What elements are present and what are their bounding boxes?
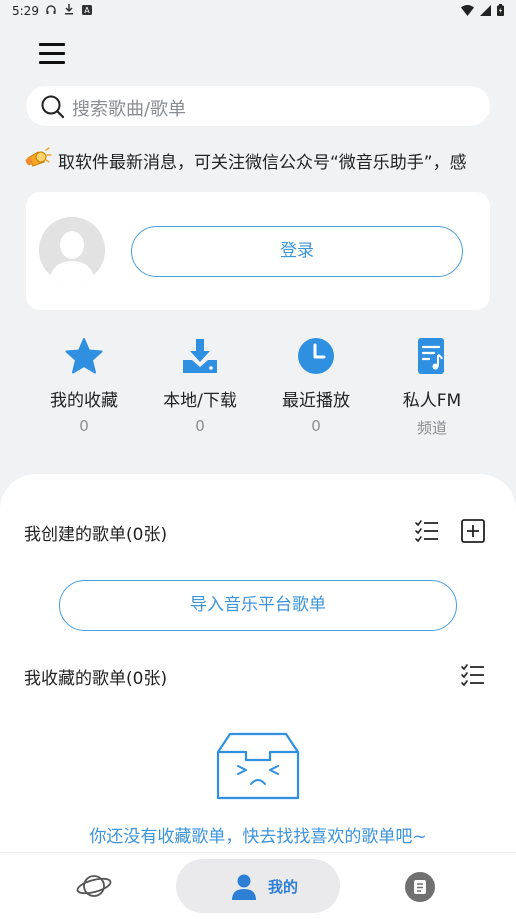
- download-icon: [183, 339, 217, 373]
- notice-banner[interactable]: 取软件最新消息，可关注微信公众号“微音乐助手”，感: [24, 144, 490, 174]
- signal-icon: [480, 4, 491, 16]
- quick-item-personal-fm[interactable]: 私人FM 频道: [374, 334, 490, 438]
- nav-mine-label: 我的: [268, 878, 299, 896]
- quick-item-label: 最近播放: [282, 391, 350, 411]
- avatar[interactable]: [39, 217, 105, 283]
- quick-item-label: 我的收藏: [50, 391, 118, 411]
- default-avatar-icon: [39, 217, 105, 283]
- user-card: 登录: [26, 192, 490, 310]
- bottom-nav: 我的: [0, 852, 516, 919]
- import-playlist-button[interactable]: 导入音乐平台歌单: [59, 580, 457, 631]
- quick-item-label: 私人FM: [402, 391, 462, 411]
- headphones-icon: [46, 4, 56, 14]
- quick-item-recent[interactable]: 最近播放 0: [258, 334, 374, 435]
- menu-line: [39, 43, 65, 46]
- status-notification-icons: A: [46, 4, 92, 15]
- menu-button[interactable]: [36, 40, 68, 68]
- status-time: 5:29: [12, 4, 39, 18]
- collected-playlists-title: 我收藏的歌单(0张): [24, 669, 168, 689]
- clock-icon: [298, 338, 334, 374]
- search-placeholder: 搜索歌曲/歌单: [72, 99, 187, 120]
- quick-item-count: 频道: [416, 419, 447, 437]
- message-icon[interactable]: [404, 871, 436, 903]
- menu-line: [39, 52, 65, 55]
- empty-collection-text: 你还没有收藏歌单，快去找找喜欢的歌单吧~: [89, 827, 427, 847]
- battery-icon: [497, 4, 504, 16]
- playlist-sheet: 我创建的歌单(0张) 导入音乐平台歌单 我收藏的歌单(0张) 你还没有收藏歌单，…: [0, 474, 516, 852]
- search-bar[interactable]: 搜索歌曲/歌单: [26, 86, 490, 126]
- download-icon: [65, 4, 73, 15]
- planet-icon[interactable]: [76, 871, 112, 901]
- svg-text:A: A: [84, 6, 90, 15]
- add-playlist-icon[interactable]: [460, 518, 486, 544]
- menu-line: [39, 61, 65, 64]
- quick-actions: 我的收藏 0 本地/下载 0 最近播放 0 私人FM 频道: [0, 334, 516, 444]
- quick-item-label: 本地/下载: [163, 391, 237, 411]
- manage-list-icon[interactable]: [414, 519, 440, 543]
- megaphone-icon: [25, 147, 52, 167]
- login-button[interactable]: 登录: [131, 226, 463, 277]
- quick-item-count: 0: [195, 417, 205, 435]
- quick-item-local-download[interactable]: 本地/下载 0: [142, 334, 258, 435]
- empty-inbox-icon: [216, 732, 300, 800]
- a-icon: A: [82, 4, 92, 15]
- quick-item-count: 0: [311, 417, 321, 435]
- wifi-icon: [461, 4, 474, 16]
- nav-mine-tab[interactable]: 我的: [176, 859, 340, 913]
- created-playlists-title: 我创建的歌单(0张): [24, 525, 168, 545]
- status-bar: 5:29 A: [0, 0, 516, 24]
- status-system-icons: [461, 4, 504, 16]
- music-note-icon: [418, 338, 444, 374]
- quick-item-count: 0: [79, 417, 89, 435]
- manage-list-icon[interactable]: [460, 663, 486, 687]
- search-icon: [41, 95, 65, 119]
- star-icon: [65, 338, 103, 374]
- person-icon: [232, 874, 256, 900]
- quick-item-favorites[interactable]: 我的收藏 0: [26, 334, 142, 435]
- notice-text: 取软件最新消息，可关注微信公众号“微音乐助手”，感: [58, 153, 467, 173]
